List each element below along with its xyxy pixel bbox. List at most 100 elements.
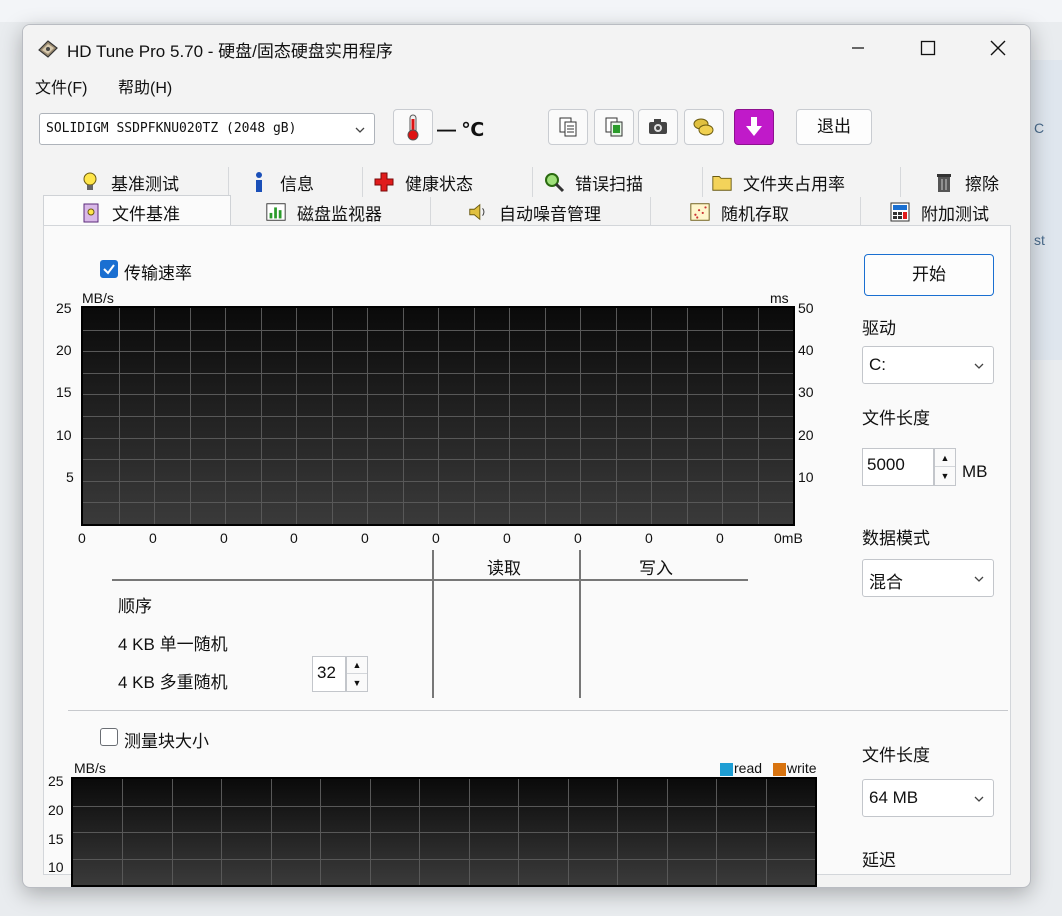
copy-text-button[interactable]	[548, 109, 588, 145]
y-tick-block: 10	[48, 859, 64, 875]
menu-help[interactable]: 帮助(H)	[118, 74, 172, 98]
tab-label: 自动噪音管理	[499, 204, 601, 224]
tab-aam[interactable]: 自动噪音管理	[431, 197, 651, 227]
start-button[interactable]: 开始	[864, 254, 994, 296]
tab-extra-tests[interactable]: 附加测试	[861, 197, 1011, 227]
copy-all-button[interactable]	[594, 109, 634, 145]
x-tick: 0	[503, 530, 511, 546]
block-size-chart	[71, 777, 817, 887]
close-button[interactable]	[963, 25, 1030, 71]
block-file-length-dropdown[interactable]: 64 MB	[862, 779, 994, 817]
tab-folder-usage[interactable]: 文件夹占用率	[711, 167, 901, 197]
copy-all-icon	[605, 117, 623, 137]
maximize-button[interactable]	[893, 25, 963, 71]
file-length-stepper[interactable]: ▲ ▼	[934, 448, 956, 486]
delay-label: 延迟	[862, 851, 896, 870]
grid-line	[83, 351, 793, 352]
y-tick-block: 20	[48, 802, 64, 818]
data-mode-label: 数据模式	[862, 529, 930, 548]
tab-info[interactable]: 信息	[248, 167, 363, 197]
x-tick: 0	[645, 530, 653, 546]
chevron-down-icon	[974, 576, 984, 582]
y-tick-right: 10	[798, 469, 814, 485]
y-tick-right: 40	[798, 342, 814, 358]
drive-selector[interactable]: SOLIDIGM SSDPFKNU020TZ (2048 gB)	[39, 113, 375, 145]
data-mode-dropdown[interactable]: 混合	[862, 559, 994, 597]
menu-file[interactable]: 文件(F)	[35, 74, 87, 98]
chevron-down-icon	[974, 796, 984, 802]
grid-line	[73, 859, 815, 860]
tab-label: 基准测试	[111, 174, 179, 194]
title-bar: HD Tune Pro 5.70 - 硬盘/固态硬盘实用程序	[23, 25, 1030, 71]
file-length-label: 文件长度	[862, 409, 930, 428]
scatter-icon	[690, 203, 710, 221]
y-axis-unit-right: ms	[770, 290, 789, 306]
tab-file-benchmark[interactable]: 文件基准	[43, 195, 231, 229]
tab-label: 信息	[280, 174, 314, 194]
grid-line	[83, 481, 793, 482]
drive-label: 驱动	[862, 319, 896, 338]
table-header-line	[112, 579, 748, 581]
block-file-length-value: 64 MB	[869, 788, 919, 807]
tab-erase[interactable]: 擦除	[933, 167, 1008, 197]
grid-line	[73, 806, 815, 807]
file-length-unit: MB	[962, 462, 988, 481]
tab-disk-monitor[interactable]: 磁盘监视器	[231, 197, 431, 227]
toolbar: SOLIDIGM SSDPFKNU020TZ (2048 gB) — ℃ 退出	[23, 97, 1030, 159]
x-tick: 0	[716, 530, 724, 546]
save-button[interactable]	[734, 109, 774, 145]
y-tick-left: 5	[66, 469, 74, 485]
drive-dropdown[interactable]: C:	[862, 346, 994, 384]
folder-icon	[712, 176, 732, 191]
options-button[interactable]	[684, 109, 724, 145]
queue-depth-stepper[interactable]: ▲ ▼	[346, 656, 368, 692]
tab-label: 文件基准	[112, 205, 180, 224]
section-separator	[68, 710, 1008, 711]
transfer-rate-checkbox[interactable]	[100, 260, 118, 278]
table-divider	[432, 550, 434, 698]
queue-depth-value: 32	[317, 663, 336, 682]
stepper-down-icon[interactable]: ▼	[935, 467, 955, 485]
y-tick-left: 25	[56, 300, 72, 316]
tab-label: 擦除	[965, 174, 999, 194]
block-size-checkbox[interactable]	[100, 728, 118, 746]
stepper-up-icon[interactable]: ▲	[347, 657, 367, 674]
file-length-value: 5000	[867, 455, 905, 474]
tab-row-1: 基准测试 信息 健康状态 错误扫描 文件夹占用率 擦除	[43, 167, 1011, 197]
exit-button[interactable]: 退出	[796, 109, 872, 145]
magnifier-icon	[545, 173, 565, 193]
data-mode-value: 混合	[869, 573, 903, 592]
grid-line	[83, 502, 793, 503]
camera-icon	[649, 119, 667, 134]
thermometer-icon	[407, 114, 419, 141]
queue-depth-input[interactable]: 32	[312, 656, 346, 692]
legend-write: write	[787, 760, 817, 776]
tab-health[interactable]: 健康状态	[373, 167, 533, 197]
grid-line	[83, 394, 793, 395]
temperature-button[interactable]	[393, 109, 433, 145]
stepper-down-icon[interactable]: ▼	[347, 674, 367, 691]
y-axis-unit-block: MB/s	[74, 760, 106, 776]
stepper-up-icon[interactable]: ▲	[935, 449, 955, 467]
minimize-button[interactable]	[823, 25, 893, 71]
tab-benchmark[interactable]: 基准测试	[79, 167, 229, 197]
screenshot-button[interactable]	[638, 109, 678, 145]
legend-read-swatch	[720, 763, 733, 776]
tab-label: 附加测试	[921, 204, 989, 224]
grid-line	[83, 373, 793, 374]
grid-line	[83, 459, 793, 460]
file-length-input[interactable]: 5000	[862, 448, 934, 486]
tab-error-scan[interactable]: 错误扫描	[543, 167, 703, 197]
minimize-icon	[852, 47, 864, 49]
hd-tune-window: HD Tune Pro 5.70 - 硬盘/固态硬盘实用程序 文件(F) 帮助(…	[22, 24, 1031, 888]
y-tick-left: 15	[56, 384, 72, 400]
checkmark-icon	[103, 264, 115, 275]
desktop-background	[0, 0, 1062, 22]
background-window-fragment: C	[1034, 120, 1045, 136]
y-axis-unit-left: MB/s	[82, 290, 114, 306]
file-benchmark-panel: 传输速率 MB/s ms 25 20 15 10 5 50 40 30 20 1…	[43, 225, 1011, 887]
table-divider	[579, 550, 581, 698]
transfer-rate-label: 传输速率	[124, 264, 192, 283]
tab-random-access[interactable]: 随机存取	[651, 197, 861, 227]
y-tick-right: 20	[798, 427, 814, 443]
